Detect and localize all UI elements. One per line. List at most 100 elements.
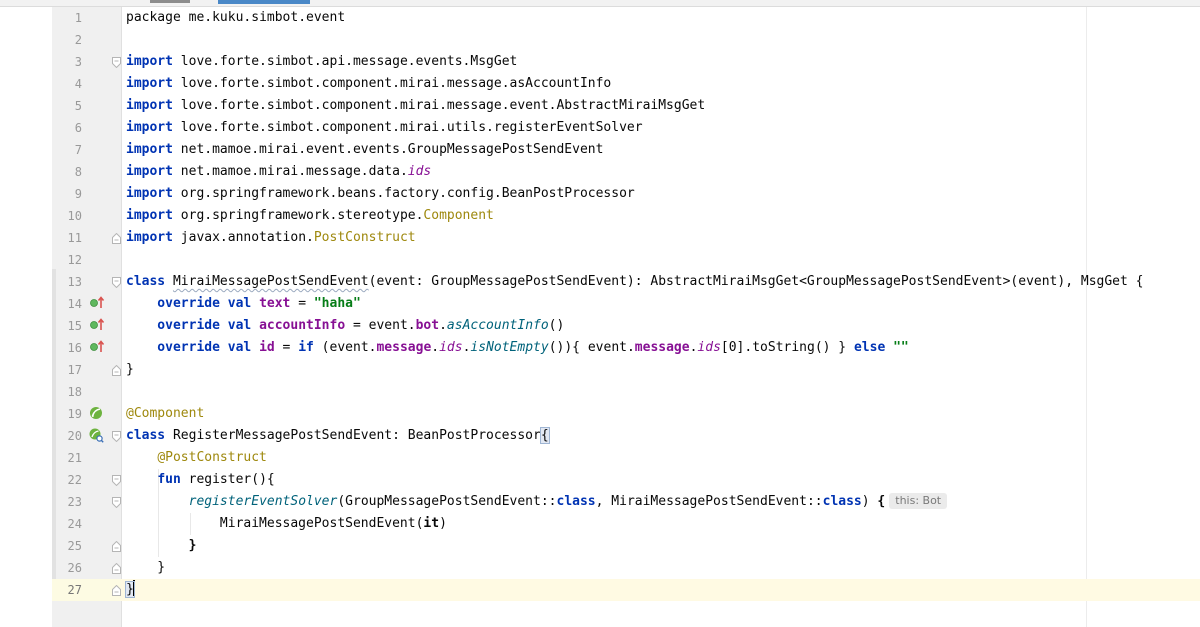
code-line[interactable]: 25 } xyxy=(0,535,1200,557)
code-line[interactable]: 1 package me.kuku.simbot.event xyxy=(0,7,1200,29)
fold-toggle-icon[interactable] xyxy=(112,585,121,596)
override-member-icon[interactable] xyxy=(89,317,105,333)
fold-toggle-icon[interactable] xyxy=(112,563,121,574)
code-line[interactable]: 15 override val accountInfo = event.bot.… xyxy=(0,315,1200,337)
code-line[interactable]: 13 class MiraiMessagePostSendEvent(event:… xyxy=(0,271,1200,293)
code-text[interactable]: import net.mamoe.mirai.event.events.Grou… xyxy=(126,139,603,161)
code-text[interactable]: } xyxy=(126,557,165,579)
code-text[interactable]: import love.forte.simbot.api.message.eve… xyxy=(126,51,517,73)
code-line[interactable]: 16 override val id = if (event.message.i… xyxy=(0,337,1200,359)
code-token: ids xyxy=(697,340,721,355)
code-editor[interactable]: 1 package me.kuku.simbot.event 2 3 import lo… xyxy=(0,0,1200,627)
code-text[interactable]: import org.springframework.beans.factory… xyxy=(126,183,635,205)
code-token: override val xyxy=(126,340,252,355)
code-text[interactable]: import love.forte.simbot.component.mirai… xyxy=(126,73,611,95)
fold-toggle-icon[interactable] xyxy=(112,431,121,442)
code-line[interactable]: 24 MiraiMessagePostSendEvent(it) xyxy=(0,513,1200,535)
code-text[interactable]: override val accountInfo = event.bot.asA… xyxy=(126,315,564,337)
line-number: 21 xyxy=(67,451,82,465)
code-line[interactable]: 11 import javax.annotation.PostConstruct xyxy=(0,227,1200,249)
code-line[interactable]: 18 xyxy=(0,381,1200,403)
code-text[interactable]: registerEventSolver(GroupMessagePostSend… xyxy=(126,491,948,513)
code-line[interactable]: 2 xyxy=(0,29,1200,51)
code-line[interactable]: 14 override val text = "haha" xyxy=(0,293,1200,315)
line-number: 15 xyxy=(67,319,82,333)
code-token: ) xyxy=(861,494,878,509)
code-token: id xyxy=(259,340,275,355)
fold-toggle-icon[interactable] xyxy=(112,233,121,244)
code-token: = xyxy=(274,340,299,355)
code-line[interactable]: 7 import net.mamoe.mirai.event.events.Gro… xyxy=(0,139,1200,161)
line-number: 11 xyxy=(67,231,82,245)
code-token: { xyxy=(877,494,886,509)
code-text[interactable]: } xyxy=(126,359,134,381)
code-token: registerEventSolver xyxy=(188,494,338,509)
code-token: import xyxy=(126,54,173,69)
code-text[interactable]: @PostConstruct xyxy=(126,447,267,469)
fold-toggle-icon[interactable] xyxy=(112,365,121,376)
code-text[interactable]: import net.mamoe.mirai.message.data.ids xyxy=(126,161,431,183)
code-text[interactable]: class MiraiMessagePostSendEvent(event: G… xyxy=(126,271,1143,293)
code-text[interactable]: } xyxy=(125,579,135,601)
code-line[interactable]: 20 class RegisterMessagePostSendEvent: Be… xyxy=(0,425,1200,447)
editor-tab-active[interactable] xyxy=(218,0,310,4)
code-text[interactable]: override val id = if (event.message.ids.… xyxy=(126,337,908,359)
code-token: import xyxy=(126,186,173,201)
fold-toggle-icon[interactable] xyxy=(112,541,121,552)
spring-bean-search-icon[interactable] xyxy=(88,427,104,443)
fold-toggle-icon[interactable] xyxy=(112,277,121,288)
code-line[interactable]: 8 import net.mamoe.mirai.message.data.ids xyxy=(0,161,1200,183)
code-text[interactable]: @Component xyxy=(126,403,204,425)
code-text[interactable]: MiraiMessagePostSendEvent(it) xyxy=(126,513,447,535)
spring-bean-icon[interactable] xyxy=(88,405,104,421)
code-line[interactable]: 17} xyxy=(0,359,1200,381)
line-number: 23 xyxy=(67,495,82,509)
code-line[interactable]: 22 fun register(){ xyxy=(0,469,1200,491)
code-line[interactable]: 9 import org.springframework.beans.factor… xyxy=(0,183,1200,205)
code-token: org.springframework.beans.factory.config… xyxy=(172,186,635,201)
code-line[interactable]: 19 @Component xyxy=(0,403,1200,425)
code-text[interactable]: import love.forte.simbot.component.mirai… xyxy=(126,117,643,139)
code-token: ()){ event. xyxy=(548,340,635,355)
line-number: 4 xyxy=(74,77,82,91)
code-line[interactable]: 4 import love.forte.simbot.component.mira… xyxy=(0,73,1200,95)
code-text[interactable]: import org.springframework.stereotype.Co… xyxy=(126,205,494,227)
line-number: 19 xyxy=(67,407,82,421)
code-text[interactable]: class RegisterMessagePostSendEvent: Bean… xyxy=(126,425,550,447)
editor-tab[interactable] xyxy=(150,0,190,3)
code-text[interactable]: override val text = "haha" xyxy=(126,293,361,315)
code-line[interactable]: 23 registerEventSolver(GroupMessagePostS… xyxy=(0,491,1200,513)
code-text[interactable]: } xyxy=(126,535,197,557)
code-token: class xyxy=(556,494,596,509)
editor-tab-strip[interactable] xyxy=(0,0,1200,7)
code-text[interactable]: package me.kuku.simbot.event xyxy=(126,7,345,29)
code-line[interactable]: 5 import love.forte.simbot.component.mira… xyxy=(0,95,1200,117)
code-line[interactable]: 12 xyxy=(0,249,1200,271)
line-number: 7 xyxy=(74,143,82,157)
override-member-icon[interactable] xyxy=(89,295,105,311)
line-number: 25 xyxy=(67,539,82,553)
override-member-icon[interactable] xyxy=(89,339,105,355)
code-line[interactable]: 3 import love.forte.simbot.api.message.ev… xyxy=(0,51,1200,73)
line-number: 12 xyxy=(67,253,82,267)
code-token: "haha" xyxy=(313,296,361,311)
code-text[interactable]: import love.forte.simbot.component.mirai… xyxy=(126,95,705,117)
code-token: ids xyxy=(407,164,432,179)
code-line[interactable]: 26 } xyxy=(0,557,1200,579)
fold-toggle-icon[interactable] xyxy=(112,475,121,486)
fold-toggle-icon[interactable] xyxy=(112,57,121,68)
code-text[interactable]: fun register(){ xyxy=(126,469,274,491)
code-line[interactable]: 10 import org.springframework.stereotype.… xyxy=(0,205,1200,227)
code-token: love.forte.simbot.component.mirai.messag… xyxy=(172,98,706,113)
code-token: net.mamoe.mirai.message.data. xyxy=(172,164,408,179)
code-token: } xyxy=(126,362,134,377)
code-token: @PostConstruct xyxy=(157,450,267,465)
code-text[interactable]: import javax.annotation.PostConstruct xyxy=(126,227,416,249)
fold-toggle-icon[interactable] xyxy=(112,497,121,508)
code-token: love.forte.simbot.component.mirai.messag… xyxy=(172,76,612,91)
code-token: fun xyxy=(157,472,181,487)
code-line[interactable]: 27} xyxy=(0,579,1200,601)
code-line[interactable]: 6 import love.forte.simbot.component.mira… xyxy=(0,117,1200,139)
code-line[interactable]: 21 @PostConstruct xyxy=(0,447,1200,469)
